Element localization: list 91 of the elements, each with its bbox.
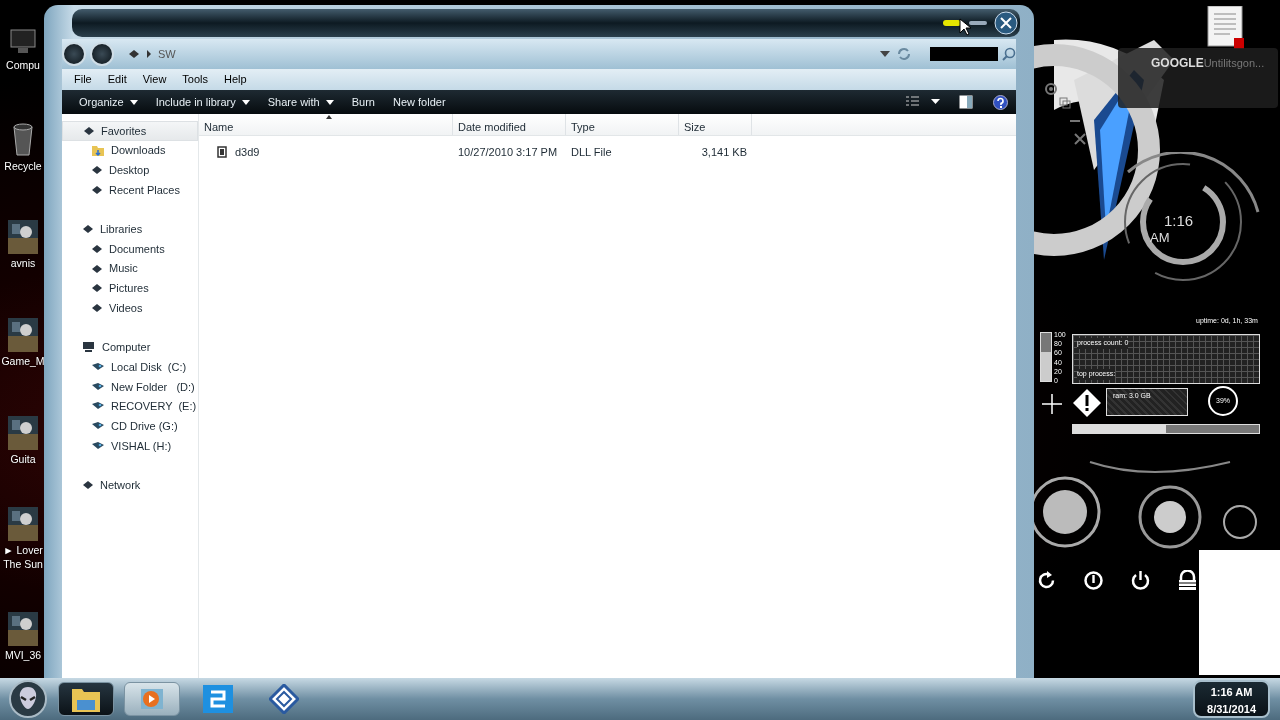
diamond-icon bbox=[269, 684, 299, 714]
taskbar-clock[interactable]: 1:16 AM 8/31/2014 bbox=[1193, 680, 1270, 718]
date-cell-text: 10/27/2010 3:17 PM bbox=[457, 144, 559, 160]
refresh-icon[interactable] bbox=[896, 46, 912, 62]
clock-time: 1:16 bbox=[1164, 212, 1194, 229]
preview-pane-icon[interactable] bbox=[959, 95, 973, 109]
drive-icon bbox=[91, 283, 103, 294]
play-icon bbox=[139, 687, 165, 711]
drive-icon bbox=[91, 165, 103, 176]
settings-icon[interactable] bbox=[1044, 82, 1058, 96]
close-button[interactable] bbox=[994, 11, 1018, 35]
cursor-icon bbox=[959, 18, 971, 36]
nav-item[interactable]: RECOVERY (E:) bbox=[62, 396, 198, 417]
logoff-icon[interactable] bbox=[1083, 570, 1104, 591]
breadcrumb-item[interactable]: SW bbox=[158, 45, 176, 63]
cpu-meter bbox=[1040, 332, 1052, 382]
menu-item[interactable]: File bbox=[66, 71, 100, 88]
desktop-icon-label[interactable]: avnis bbox=[10, 256, 36, 270]
menu-item[interactable]: View bbox=[134, 71, 175, 88]
menu-item[interactable]: Tools bbox=[174, 71, 217, 88]
column-header[interactable]: Name bbox=[199, 114, 453, 135]
toolbar-button[interactable]: Organize bbox=[70, 91, 147, 113]
drive-icon bbox=[83, 125, 95, 136]
pdf-file-icon bbox=[1206, 6, 1246, 50]
disk-drive-icon bbox=[91, 401, 105, 412]
plus-icon bbox=[1042, 394, 1062, 414]
search-field[interactable] bbox=[930, 47, 998, 61]
nav-item[interactable]: Music bbox=[62, 258, 198, 279]
dropdown-icon[interactable] bbox=[880, 51, 890, 57]
drive-icon bbox=[91, 184, 103, 195]
drive-icon bbox=[91, 263, 103, 274]
lock-icon[interactable] bbox=[1177, 570, 1198, 591]
forward-button[interactable] bbox=[90, 42, 114, 66]
nav-item[interactable]: VISHAL (H:) bbox=[62, 436, 198, 456]
disk-drive-icon bbox=[91, 362, 105, 373]
clock-period: AM bbox=[1150, 229, 1170, 246]
menu-item[interactable]: Edit bbox=[99, 71, 135, 88]
nav-item[interactable]: Computer bbox=[62, 337, 198, 358]
close-icon[interactable] bbox=[1073, 132, 1087, 146]
nav-item[interactable]: Recent Places bbox=[62, 180, 198, 200]
menu-item[interactable]: Help bbox=[216, 71, 255, 88]
drive-icon bbox=[91, 243, 103, 254]
desktop-icon-label[interactable]: Recycle bbox=[4, 159, 42, 173]
warning-icon bbox=[1072, 388, 1102, 418]
notification-text: Untilitsgon... bbox=[1203, 56, 1265, 71]
desktop-icon-label[interactable]: MVI_36 bbox=[4, 648, 42, 662]
start-button[interactable] bbox=[8, 679, 48, 719]
column-header[interactable]: Size bbox=[679, 114, 752, 135]
help-icon[interactable] bbox=[993, 94, 1008, 110]
nav-item[interactable]: New Folder (D:) bbox=[62, 376, 198, 397]
file-icon bbox=[217, 146, 227, 158]
nav-item[interactable]: Documents bbox=[62, 239, 198, 259]
toolbar-button[interactable]: Include in library bbox=[146, 91, 259, 113]
nav-item[interactable]: Local Disk (C:) bbox=[62, 357, 198, 377]
taskbar-button[interactable] bbox=[58, 682, 114, 716]
desktop-icon-label[interactable]: Compu bbox=[6, 58, 40, 72]
toolbar-button[interactable]: Share with bbox=[258, 91, 343, 113]
drive-icon bbox=[82, 224, 94, 235]
nav-item[interactable]: Network bbox=[62, 475, 198, 496]
desktop-icon-label[interactable]: Game_M bbox=[1, 354, 45, 368]
copy-icon[interactable] bbox=[1058, 96, 1072, 110]
nav-item[interactable]: Videos bbox=[62, 298, 198, 318]
drive-icon bbox=[91, 303, 103, 314]
toolbar-button[interactable]: New folder bbox=[383, 91, 455, 113]
restart-icon[interactable] bbox=[1036, 570, 1057, 591]
disk-drive-icon bbox=[91, 421, 105, 432]
column-header[interactable]: Type bbox=[566, 114, 679, 135]
nav-item[interactable]: Desktop bbox=[62, 160, 198, 181]
desktop-icon-label[interactable]: ► Lover The Sun bbox=[3, 543, 43, 571]
desktop-icon-label[interactable]: Guita bbox=[10, 452, 36, 466]
disk-drive-icon bbox=[91, 440, 105, 451]
nav-item[interactable]: Pictures bbox=[62, 278, 198, 299]
nav-item[interactable]: CD Drive (G:) bbox=[62, 416, 198, 436]
nav-item[interactable]: Libraries bbox=[62, 219, 198, 240]
nav-item[interactable]: Favorites bbox=[62, 121, 198, 141]
chevron-icon bbox=[146, 50, 152, 58]
column-header[interactable]: Date modified bbox=[453, 114, 566, 135]
nav-item[interactable]: Downloads bbox=[62, 140, 198, 161]
size-cell-text: 3,141 KB bbox=[700, 144, 748, 160]
computer-icon bbox=[8, 26, 38, 56]
computer-icon bbox=[82, 341, 96, 354]
app-tile-icon bbox=[203, 685, 233, 713]
power-icon[interactable] bbox=[1130, 570, 1151, 591]
drive-icon bbox=[82, 480, 94, 491]
notification-title: GOOGLE bbox=[1151, 55, 1204, 72]
toolbar-button[interactable]: Burn bbox=[342, 91, 384, 113]
type-cell-text: DLL File bbox=[570, 144, 613, 160]
file-name[interactable]: d3d9 bbox=[235, 143, 260, 161]
back-button[interactable] bbox=[62, 42, 86, 66]
disk-drive-icon bbox=[91, 381, 105, 392]
search-icon[interactable] bbox=[1002, 47, 1016, 61]
